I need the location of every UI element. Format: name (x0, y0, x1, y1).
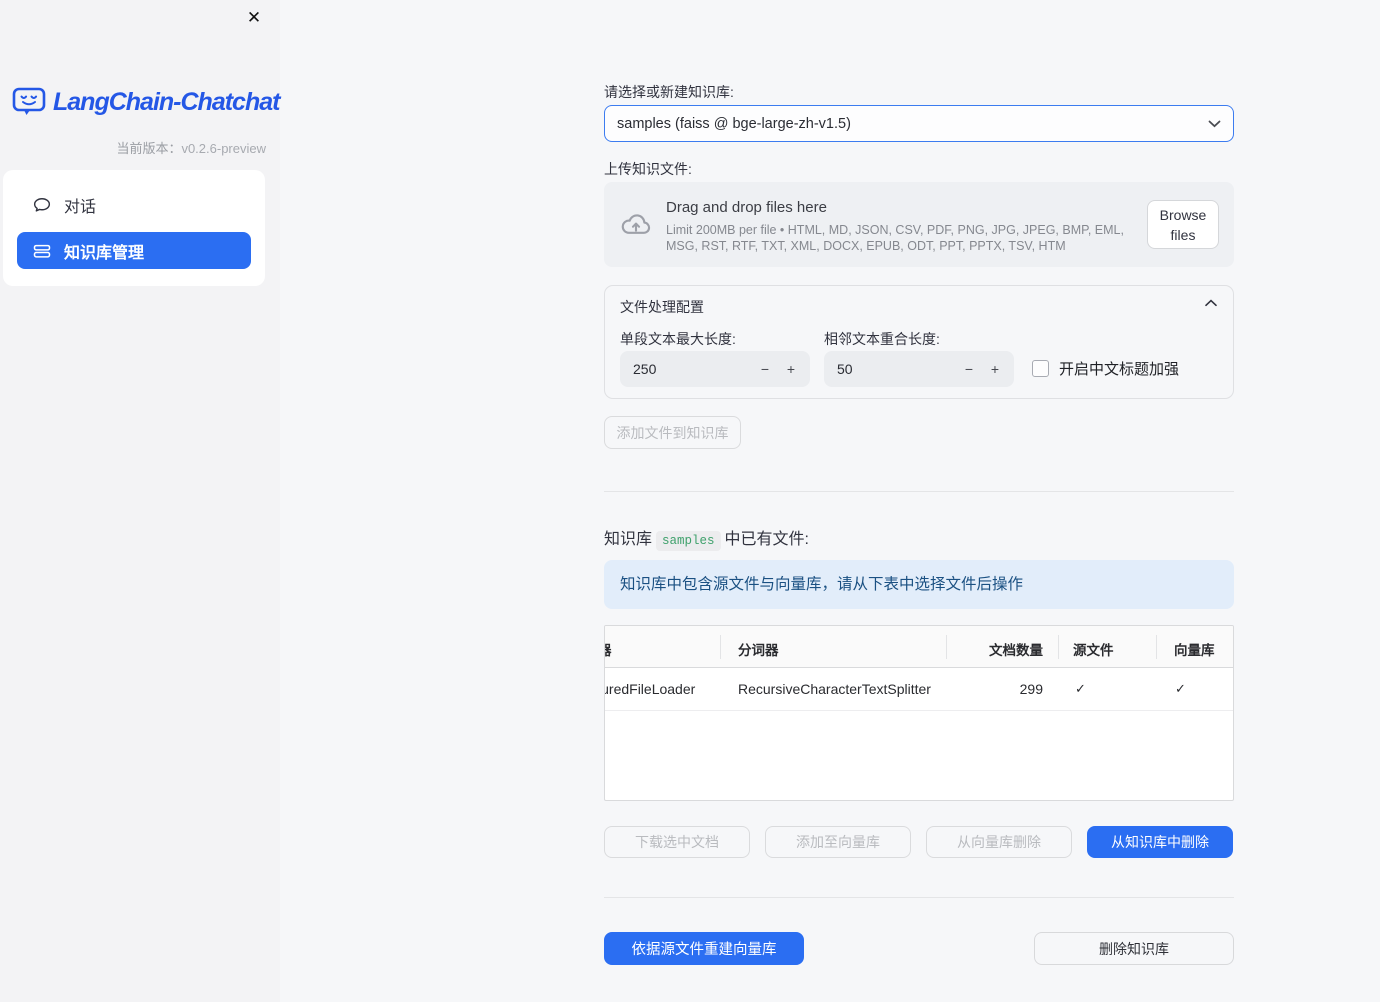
chevron-down-icon (1208, 120, 1221, 128)
divider (604, 491, 1234, 492)
overlap-size-label: 相邻文本重合长度: (824, 331, 940, 347)
column-header-vector-store: 向量库 (1174, 643, 1215, 658)
file-table-header: 加载器 分词器 文档数量 源文件 向量库 (605, 626, 1233, 668)
browse-files-label-line1: Browse (1159, 206, 1207, 223)
cell-doc-count: 299 (1019, 681, 1043, 697)
column-divider (1058, 635, 1059, 659)
info-banner: 知识库中包含源文件与向量库，请从下表中选择文件后操作 (604, 560, 1234, 609)
kb-select[interactable]: samples (faiss @ bge-large-zh-v1.5) (604, 105, 1234, 142)
cell-loader: UnstructuredFileLoader (605, 681, 696, 697)
list-icon (32, 241, 52, 261)
overlap-size-input[interactable]: 50 − + (824, 351, 1014, 387)
config-expander: 文件处理配置 单段文本最大长度: 相邻文本重合长度: 250 − + 50 − … (604, 285, 1234, 399)
chevron-up-icon (1205, 299, 1217, 307)
sidebar-item-label: 知识库管理 (64, 244, 145, 262)
column-divider (1156, 635, 1157, 659)
sidebar-menu: 对话 知识库管理 (3, 170, 265, 286)
rebuild-vector-store-button[interactable]: 依据源文件重建向量库 (604, 932, 804, 965)
chunk-size-decrement-button[interactable]: − (752, 351, 778, 387)
browse-files-label-line2: files (1170, 226, 1196, 243)
kb-select-label: 请选择或新建知识库: (604, 84, 734, 100)
download-selected-docs-button[interactable]: 下载选中文档 (604, 826, 750, 858)
overlap-size-decrement-button[interactable]: − (956, 351, 982, 387)
upload-label: 上传知识文件: (604, 161, 692, 177)
dropzone-limit-text: Limit 200MB per file • HTML, MD, JSON, C… (666, 223, 1124, 253)
check-icon: ✓ (1175, 681, 1186, 696)
column-header-loader-clipped: 加载器 (605, 639, 612, 659)
sidebar-close-button[interactable]: ✕ (240, 4, 268, 32)
delete-from-vector-store-button[interactable]: 从向量库删除 (926, 826, 1072, 858)
kb-files-prefix: 知识库 (604, 531, 653, 548)
version-label: 当前版本： (116, 141, 182, 156)
column-header-source-file: 源文件 (1073, 643, 1114, 658)
overlap-size-increment-button[interactable]: + (982, 351, 1008, 387)
divider (604, 897, 1234, 898)
column-divider (946, 635, 947, 659)
file-uploader-dropzone[interactable]: Drag and drop files here Limit 200MB per… (604, 182, 1234, 267)
sidebar-item-dialogue[interactable]: 对话 (17, 186, 251, 223)
chunk-size-label: 单段文本最大长度: (620, 331, 736, 347)
app-title: LangChain-Chatchat (53, 87, 280, 116)
cell-splitter: RecursiveCharacterTextSplitter (738, 681, 931, 697)
chunk-size-input[interactable]: 250 − + (620, 351, 810, 387)
delete-from-kb-button[interactable]: 从知识库中删除 (1087, 826, 1233, 858)
chunk-size-increment-button[interactable]: + (778, 351, 804, 387)
version-value: v0.2.6-preview (181, 141, 266, 156)
kb-name-code: samples (656, 531, 721, 551)
chat-bubble-icon (32, 195, 52, 215)
kb-select-value: samples (faiss @ bge-large-zh-v1.5) (617, 115, 851, 132)
chatchat-logo-icon (12, 86, 46, 118)
version-info: 当前版本：v0.2.6-preview (0, 138, 266, 157)
row-divider (605, 710, 1233, 711)
kb-files-suffix: 中已有文件: (724, 531, 809, 548)
cloud-upload-icon (619, 208, 653, 242)
zh-title-enhance-checkbox[interactable]: 开启中文标题加强 (1032, 358, 1179, 379)
zh-title-enhance-label: 开启中文标题加强 (1059, 361, 1180, 378)
sidebar-item-kb-management[interactable]: 知识库管理 (17, 232, 251, 269)
check-icon: ✓ (1075, 681, 1086, 696)
add-to-vector-store-button[interactable]: 添加至向量库 (765, 826, 911, 858)
file-table[interactable]: 加载器 分词器 文档数量 源文件 向量库 UnstructuredFileLoa… (604, 625, 1234, 801)
chunk-size-value[interactable]: 250 (633, 361, 656, 377)
column-header-splitter: 分词器 (738, 643, 779, 658)
kb-files-heading: 知识库 samples 中已有文件: (604, 525, 809, 551)
config-expander-header[interactable]: 文件处理配置 (605, 286, 1233, 322)
column-divider (720, 635, 721, 659)
delete-kb-button[interactable]: 删除知识库 (1034, 932, 1234, 965)
browse-files-button[interactable]: Browse files (1147, 200, 1219, 249)
column-header-doc-count: 文档数量 (989, 643, 1043, 658)
sidebar: ✕ LangChain-Chatchat 当前版本：v0.2.6-preview… (0, 0, 280, 1002)
checkbox-box-icon[interactable] (1032, 360, 1049, 377)
config-expander-title: 文件处理配置 (620, 299, 704, 315)
app-logo: LangChain-Chatchat (12, 86, 280, 118)
overlap-size-value[interactable]: 50 (837, 361, 853, 377)
dropzone-title: Drag and drop files here (666, 199, 827, 216)
add-files-to-kb-button[interactable]: 添加文件到知识库 (604, 416, 741, 449)
sidebar-item-label: 对话 (64, 198, 97, 216)
